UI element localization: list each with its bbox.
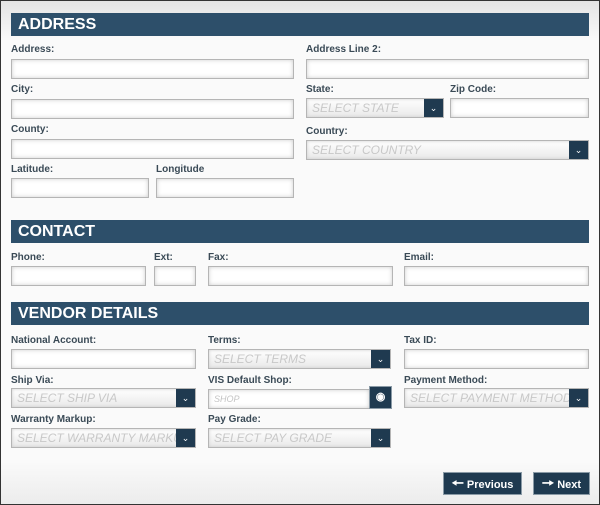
country-label: Country:: [306, 126, 348, 137]
payment-select[interactable]: SELECT PAYMENT METHOD ⌄: [404, 388, 589, 408]
county-label: County:: [11, 124, 49, 135]
ext-input[interactable]: [154, 266, 196, 286]
chevron-down-icon[interactable]: ⌄: [176, 389, 195, 407]
county-input[interactable]: [11, 139, 294, 159]
country-placeholder: SELECT COUNTRY: [312, 143, 421, 157]
next-button[interactable]: 🠖 Next: [534, 473, 589, 494]
payment-placeholder: SELECT PAYMENT METHOD: [410, 391, 572, 405]
section-header-address: ADDRESS: [11, 13, 589, 36]
email-input[interactable]: [404, 266, 589, 286]
chevron-down-icon[interactable]: ⌄: [424, 99, 443, 117]
city-input[interactable]: [11, 99, 294, 119]
taxid-label: Tax ID:: [404, 335, 437, 346]
national-account-label: National Account:: [11, 335, 97, 346]
email-label: Email:: [404, 252, 435, 263]
warranty-select[interactable]: SELECT WARRANTY MARKUP ⌄: [11, 428, 196, 448]
paygrade-placeholder: SELECT PAY GRADE: [214, 431, 333, 445]
taxid-input[interactable]: [404, 349, 589, 369]
binoculars-icon[interactable]: ◉: [370, 387, 391, 408]
chevron-down-icon[interactable]: ⌄: [371, 429, 390, 447]
state-placeholder: SELECT STATE: [312, 101, 399, 115]
warranty-placeholder: SELECT WARRANTY MARKUP: [17, 431, 190, 445]
longitude-label: Longitude: [156, 164, 205, 175]
vendor-form: ADDRESS Address: Address Line 2: City: S…: [0, 0, 600, 505]
country-select[interactable]: SELECT COUNTRY ⌄: [306, 140, 589, 160]
phone-input[interactable]: [11, 266, 146, 286]
address2-label: Address Line 2:: [306, 44, 382, 55]
arrow-left-icon: 🠔: [451, 475, 464, 491]
chevron-down-icon[interactable]: ⌄: [569, 389, 588, 407]
state-select[interactable]: SELECT STATE ⌄: [306, 98, 444, 118]
shipvia-select[interactable]: SELECT SHIP VIA ⌄: [11, 388, 196, 408]
fax-label: Fax:: [208, 252, 229, 263]
latitude-input[interactable]: [11, 178, 149, 198]
longitude-input[interactable]: [156, 178, 294, 198]
national-account-input[interactable]: [11, 349, 196, 369]
next-label: Next: [557, 479, 582, 491]
section-header-contact: CONTACT: [11, 220, 589, 243]
zip-input[interactable]: [450, 98, 589, 118]
arrow-right-icon: 🠖: [541, 475, 555, 491]
shop-placeholder: SHOP: [214, 394, 240, 404]
paygrade-label: Pay Grade:: [208, 414, 261, 425]
state-label: State:: [306, 84, 334, 95]
previous-label: Previous: [466, 479, 514, 491]
address2-input[interactable]: [306, 59, 589, 79]
section-header-vendor: VENDOR DETAILS: [11, 302, 589, 325]
phone-label: Phone:: [11, 252, 45, 263]
shipvia-placeholder: SELECT SHIP VIA: [17, 391, 118, 405]
previous-button[interactable]: 🠔 Previous: [444, 473, 521, 494]
city-label: City:: [11, 84, 34, 95]
address-input[interactable]: [11, 59, 294, 79]
ext-label: Ext:: [154, 252, 173, 263]
shop-input[interactable]: SHOP: [208, 389, 370, 409]
paygrade-select[interactable]: SELECT PAY GRADE ⌄: [208, 428, 391, 448]
payment-label: Payment Method:: [404, 375, 488, 386]
chevron-down-icon[interactable]: ⌄: [569, 141, 588, 159]
terms-select[interactable]: SELECT TERMS ⌄: [208, 349, 391, 369]
terms-placeholder: SELECT TERMS: [214, 352, 307, 366]
shop-label: VIS Default Shop:: [208, 375, 292, 386]
zip-label: Zip Code:: [450, 84, 497, 95]
chevron-down-icon[interactable]: ⌄: [176, 429, 195, 447]
fax-input[interactable]: [208, 266, 393, 286]
shipvia-label: Ship Via:: [11, 375, 54, 386]
chevron-down-icon[interactable]: ⌄: [371, 350, 390, 368]
address-label: Address:: [11, 44, 55, 55]
latitude-label: Latitude:: [11, 164, 54, 175]
warranty-label: Warranty Markup:: [11, 414, 96, 425]
terms-label: Terms:: [208, 335, 241, 346]
